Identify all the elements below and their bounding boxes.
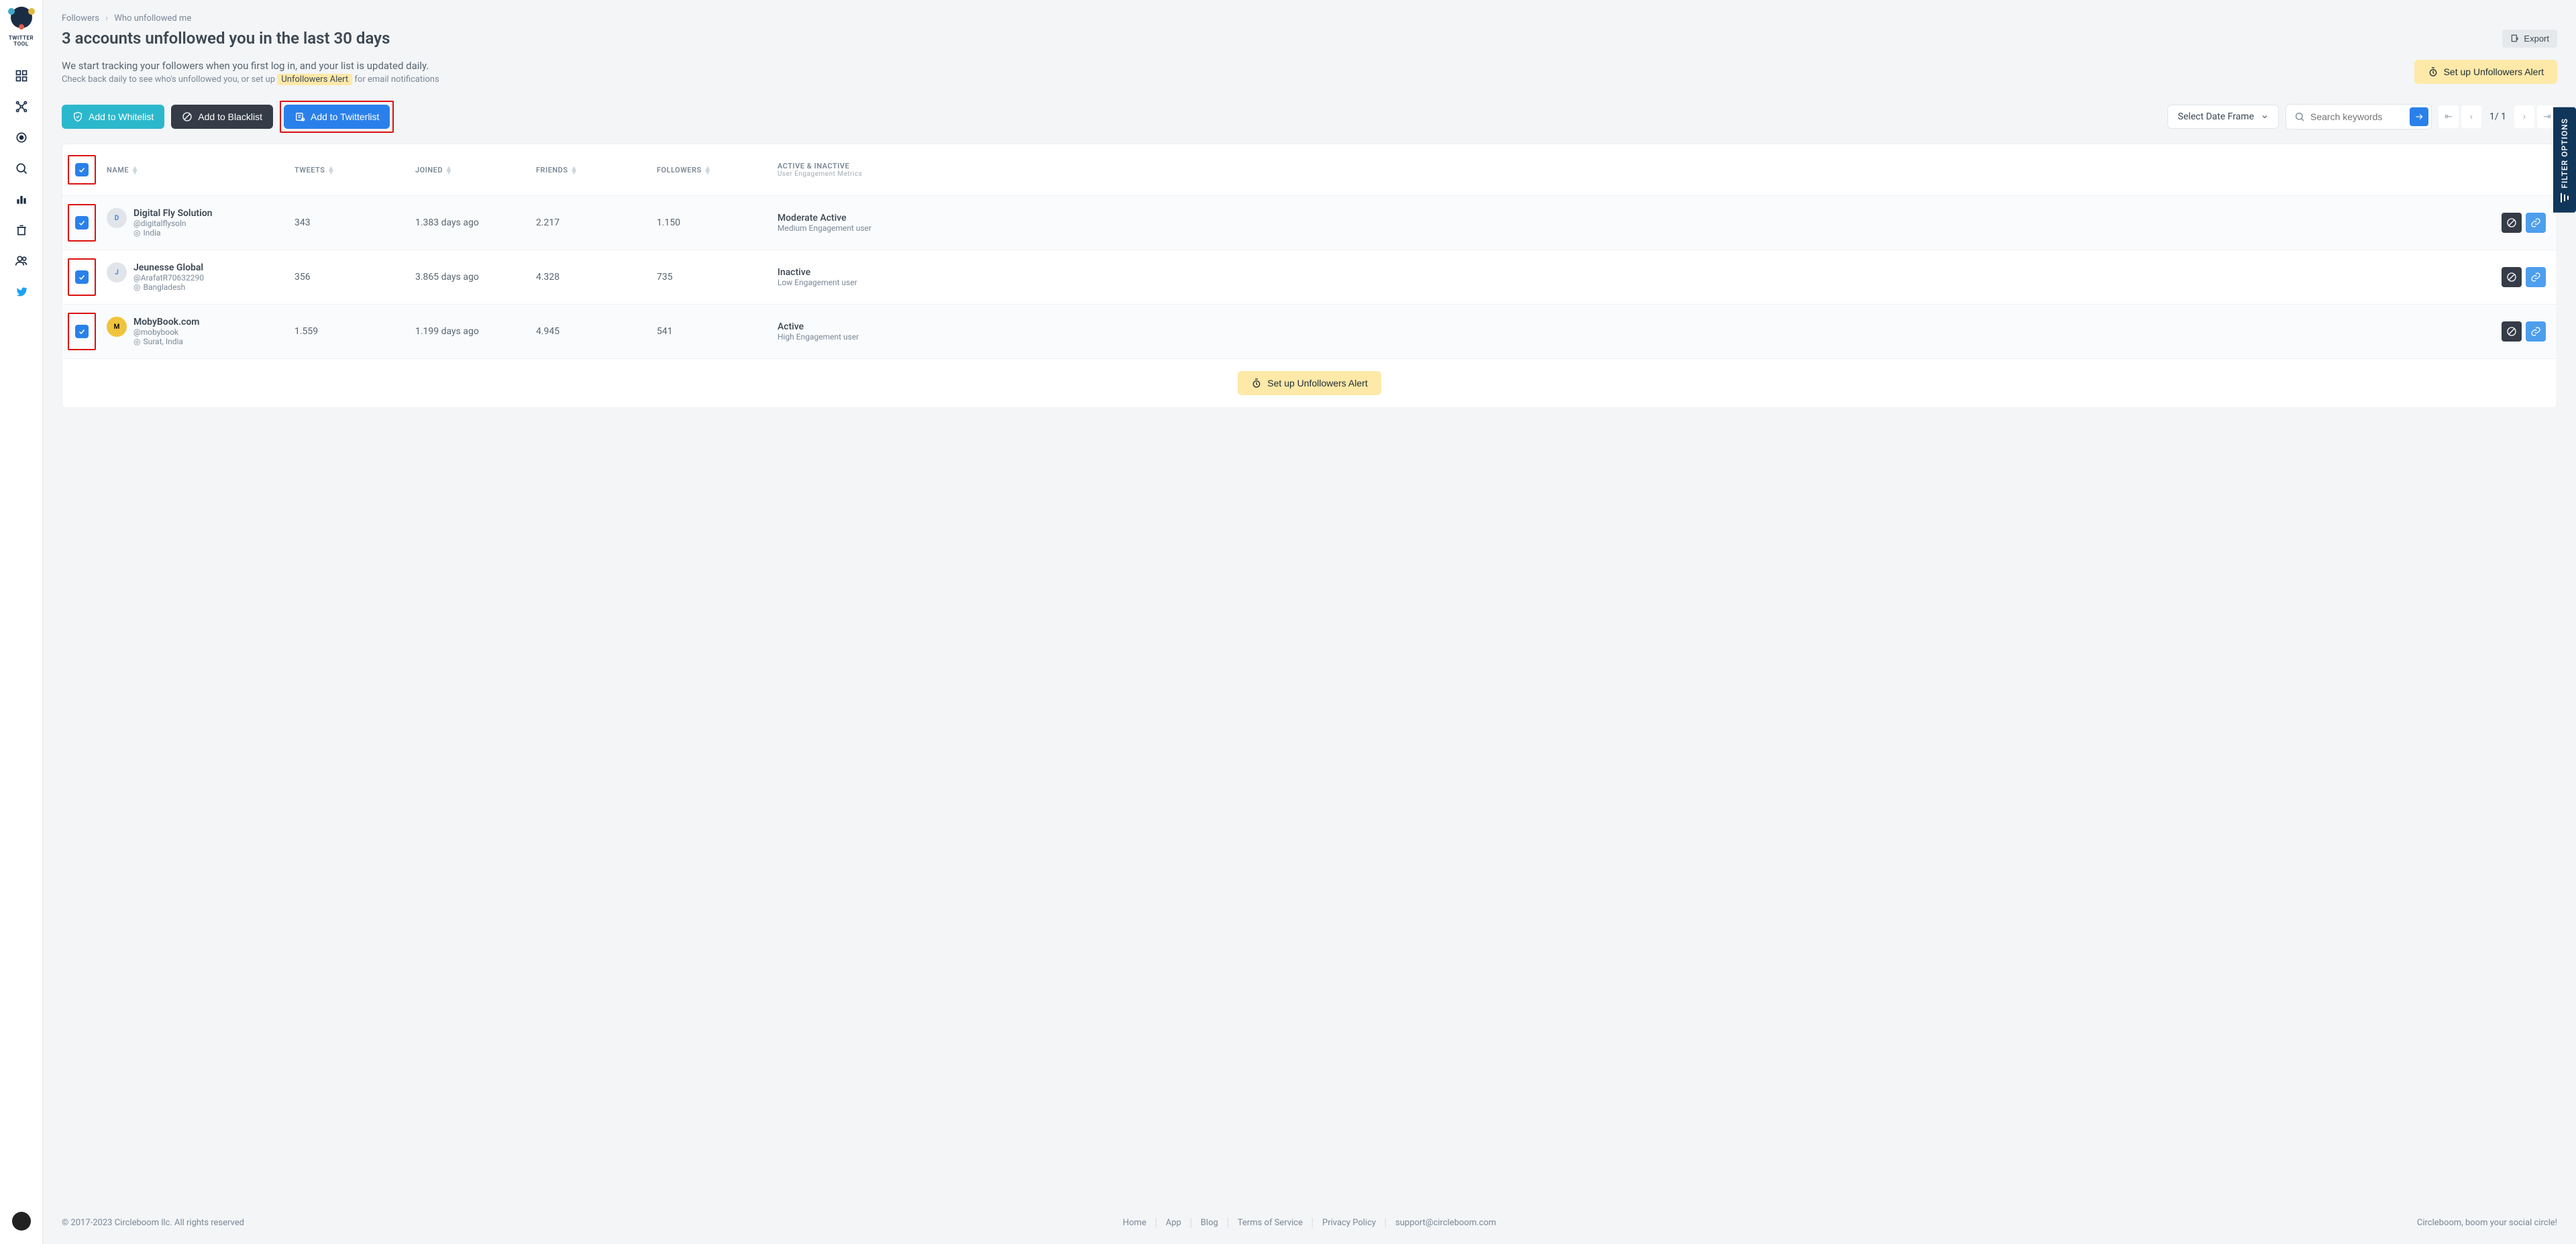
select-all-checkbox[interactable] bbox=[75, 163, 89, 176]
nav-network[interactable] bbox=[8, 91, 35, 122]
joined-cell: 1.383 days ago bbox=[415, 217, 536, 228]
search-submit[interactable] bbox=[2410, 107, 2428, 126]
footer-link[interactable]: Privacy Policy bbox=[1313, 1218, 1386, 1228]
breadcrumb-current: Who unfollowed me bbox=[114, 13, 191, 23]
avatar: J bbox=[107, 262, 127, 282]
footer: © 2017-2023 Circleboom llc. All rights r… bbox=[62, 1204, 2557, 1244]
status-title: Active bbox=[777, 321, 2465, 332]
nav-trash[interactable] bbox=[8, 215, 35, 246]
sort-icon[interactable]: ▴▾ bbox=[133, 166, 138, 174]
joined-cell: 1.199 days ago bbox=[415, 326, 536, 337]
footer-link[interactable]: Terms of Service bbox=[1228, 1218, 1313, 1228]
setup-alert-button-top[interactable]: Set up Unfollowers Alert bbox=[2414, 60, 2557, 84]
toolbar: Add to Whitelist Add to Blacklist Add to… bbox=[62, 101, 2557, 133]
sidebar: TWITTER TOOL bbox=[0, 0, 43, 1244]
link-button[interactable] bbox=[2526, 267, 2546, 287]
footer-copyright: © 2017-2023 Circleboom llc. All rights r… bbox=[62, 1218, 244, 1228]
link-button[interactable] bbox=[2526, 321, 2546, 342]
friends-cell: 4.328 bbox=[536, 272, 657, 282]
row-checkbox[interactable] bbox=[75, 270, 89, 284]
user-handle: @ArafatR70632290 bbox=[133, 273, 204, 282]
bottom-alert-bar: Set up Unfollowers Alert bbox=[62, 359, 2557, 408]
row-checkbox[interactable] bbox=[75, 325, 89, 338]
logo: TWITTER TOOL bbox=[5, 7, 38, 47]
block-button[interactable] bbox=[2502, 213, 2522, 233]
table-row: D Digital Fly Solution @digitalflysoln ◎… bbox=[62, 196, 2557, 250]
breadcrumb-parent[interactable]: Followers bbox=[62, 13, 99, 23]
user-name[interactable]: MobyBook.com bbox=[133, 317, 199, 327]
pager-info: 1/ 1 bbox=[2484, 111, 2512, 122]
followers-cell: 541 bbox=[657, 326, 777, 337]
user-location: ◎ Bangladesh bbox=[133, 282, 204, 292]
tweets-cell: 1.559 bbox=[294, 326, 415, 337]
nav-twitter[interactable] bbox=[8, 276, 35, 307]
date-frame-select[interactable]: Select Date Frame bbox=[2167, 105, 2279, 129]
twitterlist-highlight: Add to Twitterlist bbox=[280, 101, 394, 133]
block-button[interactable] bbox=[2502, 267, 2522, 287]
user-handle: @mobybook bbox=[133, 327, 199, 337]
pager-first[interactable]: ⇤ bbox=[2438, 105, 2459, 128]
page-title: 3 accounts unfollowed you in the last 30… bbox=[62, 29, 390, 48]
sort-icon[interactable]: ▴▾ bbox=[706, 166, 710, 174]
nav-dashboard[interactable] bbox=[8, 60, 35, 91]
setup-alert-button-bottom[interactable]: Set up Unfollowers Alert bbox=[1238, 371, 1381, 395]
export-button[interactable]: Export bbox=[2502, 30, 2557, 48]
avatar: D bbox=[107, 208, 127, 228]
add-twitterlist-button[interactable]: Add to Twitterlist bbox=[284, 105, 390, 129]
filter-options-tab[interactable]: FILTER OPTIONS bbox=[2553, 107, 2576, 213]
unfollowers-alert-chip[interactable]: Unfollowers Alert bbox=[277, 74, 352, 85]
search-input[interactable] bbox=[2310, 111, 2404, 122]
pager: ⇤ ‹ 1/ 1 › ⇥ bbox=[2438, 105, 2557, 128]
user-location: ◎ Surat, India bbox=[133, 337, 199, 346]
footer-tagline: Circleboom, boom your social circle! bbox=[2417, 1218, 2557, 1228]
sort-icon[interactable]: ▴▾ bbox=[447, 166, 451, 174]
link-button[interactable] bbox=[2526, 213, 2546, 233]
add-whitelist-button[interactable]: Add to Whitelist bbox=[62, 105, 164, 129]
friends-cell: 2.217 bbox=[536, 217, 657, 228]
user-location: ◎ India bbox=[133, 228, 212, 238]
avatar: M bbox=[107, 317, 127, 337]
status-sub: High Engagement user bbox=[777, 332, 2465, 342]
friends-cell: 4.945 bbox=[536, 326, 657, 337]
nav-users[interactable] bbox=[8, 246, 35, 276]
table-header: NAME▴▾ TWEETS▴▾ JOINED▴▾ FRIENDS▴▾ FOLLO… bbox=[62, 144, 2557, 196]
footer-link[interactable]: Home bbox=[1114, 1218, 1157, 1228]
joined-cell: 3.865 days ago bbox=[415, 272, 536, 282]
unfollowers-table: NAME▴▾ TWEETS▴▾ JOINED▴▾ FRIENDS▴▾ FOLLO… bbox=[62, 144, 2557, 359]
nav-search[interactable] bbox=[8, 153, 35, 184]
status-title: Moderate Active bbox=[777, 213, 2465, 223]
nav-target[interactable] bbox=[8, 122, 35, 153]
breadcrumb: Followers › Who unfollowed me bbox=[62, 13, 2557, 23]
status-sub: Low Engagement user bbox=[777, 278, 2465, 287]
user-name[interactable]: Digital Fly Solution bbox=[133, 208, 212, 219]
followers-cell: 1.150 bbox=[657, 217, 777, 228]
nav-analytics[interactable] bbox=[8, 184, 35, 215]
search-icon bbox=[2294, 111, 2305, 122]
sort-icon[interactable]: ▴▾ bbox=[329, 166, 333, 174]
footer-link[interactable]: support@circleboom.com bbox=[1386, 1218, 1505, 1228]
followers-cell: 735 bbox=[657, 272, 777, 282]
footer-link[interactable]: App bbox=[1157, 1218, 1191, 1228]
status-title: Inactive bbox=[777, 267, 2465, 278]
add-blacklist-button[interactable]: Add to Blacklist bbox=[171, 105, 273, 129]
pager-next[interactable]: › bbox=[2514, 105, 2534, 128]
search-wrap bbox=[2286, 104, 2432, 129]
intro-subtext: Check back daily to see who's unfollowed… bbox=[62, 74, 439, 85]
status-sub: Medium Engagement user bbox=[777, 223, 2465, 233]
row-checkbox[interactable] bbox=[75, 216, 89, 229]
tweets-cell: 356 bbox=[294, 272, 415, 282]
tweets-cell: 343 bbox=[294, 217, 415, 228]
main-content: Followers › Who unfollowed me 3 accounts… bbox=[43, 0, 2576, 1244]
table-row: M MobyBook.com @mobybook ◎ Surat, India … bbox=[62, 305, 2557, 358]
user-name[interactable]: Jeunesse Global bbox=[133, 262, 204, 273]
footer-link[interactable]: Blog bbox=[1191, 1218, 1228, 1228]
block-button[interactable] bbox=[2502, 321, 2522, 342]
sort-icon[interactable]: ▴▾ bbox=[572, 166, 577, 174]
table-row: J Jeunesse Global @ArafatR70632290 ◎ Ban… bbox=[62, 250, 2557, 305]
footer-links: Home App Blog Terms of Service Privacy P… bbox=[1114, 1218, 1506, 1228]
intro-text: We start tracking your followers when yo… bbox=[62, 60, 439, 72]
user-avatar[interactable] bbox=[12, 1212, 31, 1231]
user-handle: @digitalflysoln bbox=[133, 219, 212, 228]
pager-prev[interactable]: ‹ bbox=[2461, 105, 2481, 128]
